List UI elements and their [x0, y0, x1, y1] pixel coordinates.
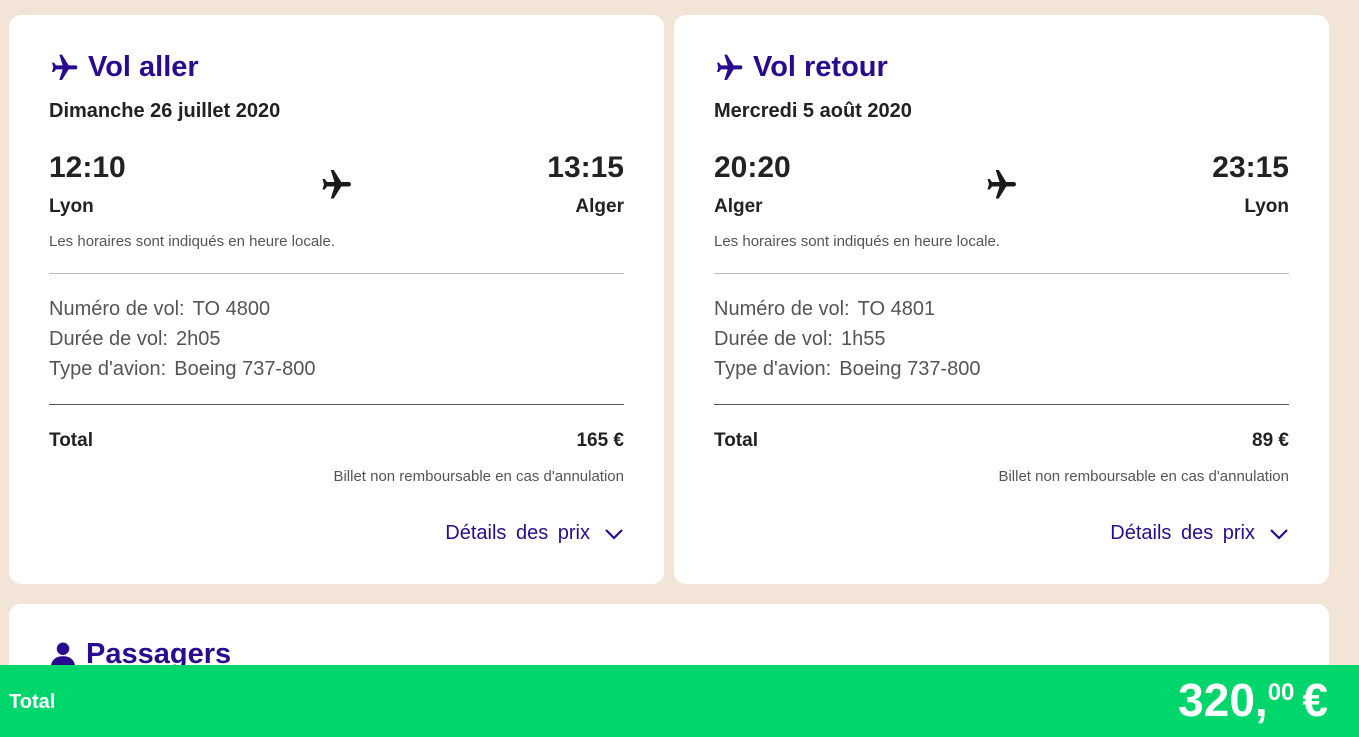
flight-duration-row: Durée de vol: 2h05 [49, 328, 220, 351]
flight-number-row: Numéro de vol: TO 4800 [49, 298, 270, 321]
flight-number-label: Numéro de vol: [49, 298, 185, 320]
return-title: Vol retour [713, 51, 888, 84]
return-flight-card: Vol retour Mercredi 5 août 2020 20:20 23… [674, 15, 1329, 584]
footer-amount-cents: 00 [1267, 679, 1295, 706]
plane-icon [322, 170, 351, 199]
price-details-label: Détails des prix [445, 522, 590, 544]
plane-icon [52, 54, 78, 80]
return-title-text: Vol retour [753, 51, 888, 83]
return-departure-city: Alger [714, 196, 763, 217]
flight-duration-label: Durée de vol: [714, 328, 833, 350]
aircraft-type-label: Type d'avion: [49, 358, 167, 380]
flight-duration-label: Durée de vol: [49, 328, 168, 350]
outbound-departure-city: Lyon [49, 196, 94, 217]
flight-duration-row: Durée de vol: 1h55 [714, 328, 885, 351]
local-time-note: Les horaires sont indiqués en heure loca… [714, 233, 1001, 250]
chevron-down-icon [605, 528, 623, 540]
outbound-flight-card: Vol aller Dimanche 26 juillet 2020 12:10… [9, 15, 664, 584]
return-date: Mercredi 5 août 2020 [714, 100, 912, 122]
outbound-arrival-city: Alger [575, 196, 624, 217]
outbound-arrival-time: 13:15 [547, 151, 624, 184]
flight-duration-value: 1h55 [840, 328, 886, 350]
footer-total-amount: 320,00 € [1178, 673, 1328, 727]
plane-icon [717, 54, 743, 80]
total-footer-bar: Total 320,00 € [0, 665, 1359, 737]
plane-icon [987, 170, 1016, 199]
divider [49, 273, 624, 274]
flight-duration-value: 2h05 [175, 328, 221, 350]
flight-number-row: Numéro de vol: TO 4801 [714, 298, 935, 321]
outbound-title-text: Vol aller [88, 51, 199, 83]
price-details-label: Détails des prix [1110, 522, 1255, 544]
aircraft-type-value: Boeing 737-800 [174, 358, 316, 380]
refund-note: Billet non remboursable en cas d'annulat… [998, 468, 1289, 485]
return-arrival-time: 23:15 [1212, 151, 1289, 184]
return-total-label: Total [714, 430, 758, 451]
outbound-departure-time: 12:10 [49, 151, 126, 184]
return-total-value: 89 € [1252, 430, 1289, 451]
footer-total-label: Total [9, 691, 56, 713]
divider [714, 273, 1289, 274]
refund-note: Billet non remboursable en cas d'annulat… [333, 468, 624, 485]
price-details-toggle[interactable]: Détails des prix [445, 522, 624, 545]
outbound-title: Vol aller [48, 51, 199, 84]
return-departure-time: 20:20 [714, 151, 791, 184]
flight-number-label: Numéro de vol: [714, 298, 850, 320]
divider [714, 404, 1289, 405]
price-details-toggle[interactable]: Détails des prix [1110, 522, 1289, 545]
footer-amount-main: 320, [1178, 674, 1268, 726]
divider [49, 404, 624, 405]
aircraft-type-value: Boeing 737-800 [839, 358, 981, 380]
outbound-date: Dimanche 26 juillet 2020 [49, 100, 281, 122]
footer-currency: € [1302, 674, 1328, 726]
outbound-total-label: Total [49, 430, 93, 451]
outbound-total-value: 165 € [576, 430, 624, 451]
return-arrival-city: Lyon [1244, 196, 1289, 217]
local-time-note: Les horaires sont indiqués en heure loca… [49, 233, 336, 250]
flight-number-value: TO 4800 [192, 298, 271, 320]
aircraft-type-row: Type d'avion: Boeing 737-800 [714, 358, 980, 381]
aircraft-type-row: Type d'avion: Boeing 737-800 [49, 358, 315, 381]
flight-number-value: TO 4801 [857, 298, 936, 320]
chevron-down-icon [1270, 528, 1288, 540]
aircraft-type-label: Type d'avion: [714, 358, 832, 380]
